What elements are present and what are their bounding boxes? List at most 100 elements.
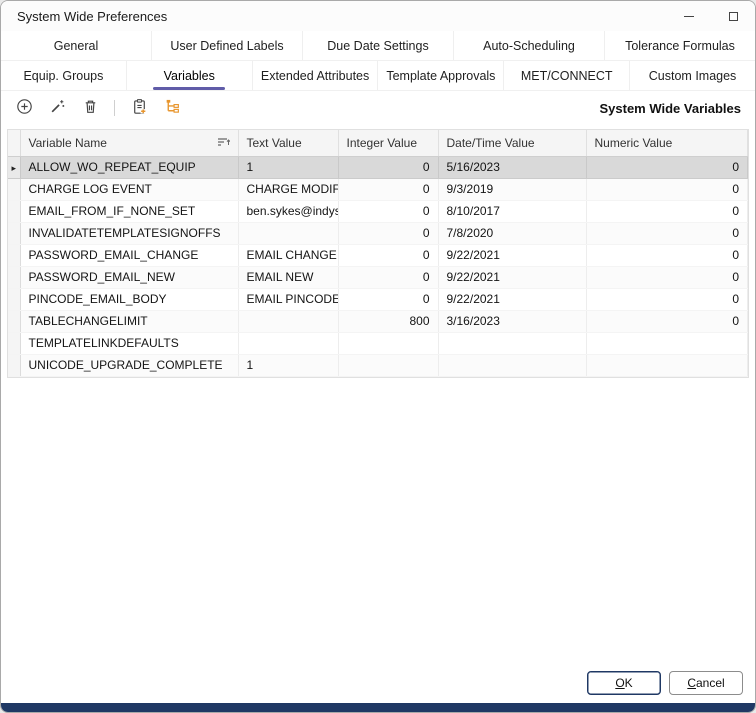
- cell-variable-name[interactable]: ALLOW_WO_REPEAT_EQUIP: [20, 156, 238, 178]
- tab-template-approvals[interactable]: Template Approvals: [378, 61, 504, 90]
- cell-variable-name[interactable]: TEMPLATELINKDEFAULTS: [20, 332, 238, 354]
- add-button[interactable]: [15, 99, 33, 117]
- maximize-button[interactable]: [711, 1, 755, 31]
- cell-text-value[interactable]: [238, 222, 338, 244]
- minimize-button[interactable]: [667, 1, 711, 31]
- cell-variable-name[interactable]: TABLECHANGELIMIT: [20, 310, 238, 332]
- tab-tolerance-formulas[interactable]: Tolerance Formulas: [605, 31, 755, 60]
- tab-variables[interactable]: Variables: [127, 61, 253, 90]
- cell-text-value[interactable]: CHARGE MODIFIC: [238, 178, 338, 200]
- cell-integer-value[interactable]: 0: [338, 156, 438, 178]
- cell-text-value[interactable]: [238, 332, 338, 354]
- paste-button[interactable]: [130, 99, 148, 117]
- tab-user-defined-labels[interactable]: User Defined Labels: [152, 31, 303, 60]
- cell-datetime-value[interactable]: 9/3/2019: [438, 178, 586, 200]
- system-wide-preferences-dialog: System Wide Preferences General User Def…: [0, 0, 756, 713]
- tab-custom-images[interactable]: Custom Images: [630, 61, 755, 90]
- tree-view-button[interactable]: [163, 99, 181, 117]
- trash-icon: [82, 98, 99, 118]
- cancel-button-label: Cancel: [687, 676, 724, 690]
- cell-text-value[interactable]: 1: [238, 156, 338, 178]
- cell-datetime-value[interactable]: [438, 354, 586, 376]
- cell-numeric-value[interactable]: 0: [586, 222, 748, 244]
- cell-integer-value[interactable]: 0: [338, 222, 438, 244]
- tab-extended-attributes[interactable]: Extended Attributes: [253, 61, 379, 90]
- cell-datetime-value[interactable]: 9/22/2021: [438, 244, 586, 266]
- cell-integer-value[interactable]: 0: [338, 288, 438, 310]
- tab-equip-groups[interactable]: Equip. Groups: [1, 61, 127, 90]
- cell-datetime-value[interactable]: 3/16/2023: [438, 310, 586, 332]
- cell-variable-name[interactable]: INVALIDATETEMPLATESIGNOFFS: [20, 222, 238, 244]
- cell-numeric-value[interactable]: [586, 332, 748, 354]
- table-row[interactable]: TEMPLATELINKDEFAULTS: [8, 332, 748, 354]
- bottom-accent-bar: [1, 703, 755, 712]
- cell-variable-name[interactable]: UNICODE_UPGRADE_COMPLETE: [20, 354, 238, 376]
- cell-variable-name[interactable]: EMAIL_FROM_IF_NONE_SET: [20, 200, 238, 222]
- col-text-value[interactable]: Text Value: [238, 130, 338, 156]
- tab-due-date-settings[interactable]: Due Date Settings: [303, 31, 454, 60]
- cell-text-value[interactable]: EMAIL PINCODE: [238, 288, 338, 310]
- cancel-button[interactable]: Cancel: [669, 671, 743, 695]
- tab-row-2: Equip. Groups Variables Extended Attribu…: [1, 61, 755, 91]
- ok-button[interactable]: OK: [587, 671, 661, 695]
- cell-text-value[interactable]: [238, 310, 338, 332]
- cell-variable-name[interactable]: PASSWORD_EMAIL_NEW: [20, 266, 238, 288]
- cell-variable-name[interactable]: CHARGE LOG EVENT: [20, 178, 238, 200]
- tab-met-connect[interactable]: MET/CONNECT: [504, 61, 630, 90]
- tab-auto-scheduling[interactable]: Auto-Scheduling: [454, 31, 605, 60]
- add-icon: [16, 98, 33, 118]
- table-row[interactable]: PASSWORD_EMAIL_NEW EMAIL NEW 0 9/22/2021…: [8, 266, 748, 288]
- table-row[interactable]: INVALIDATETEMPLATESIGNOFFS 0 7/8/2020 0: [8, 222, 748, 244]
- col-variable-name[interactable]: Variable Name: [20, 130, 238, 156]
- title-bar[interactable]: System Wide Preferences: [1, 1, 755, 31]
- table-row[interactable]: PINCODE_EMAIL_BODY EMAIL PINCODE 0 9/22/…: [8, 288, 748, 310]
- cell-integer-value[interactable]: [338, 354, 438, 376]
- paste-icon: [131, 98, 148, 118]
- tab-general[interactable]: General: [1, 31, 152, 60]
- cell-datetime-value[interactable]: 5/16/2023: [438, 156, 586, 178]
- row-indicator: [8, 244, 20, 266]
- cell-numeric-value[interactable]: 0: [586, 244, 748, 266]
- cell-text-value[interactable]: ben.sykes@indys: [238, 200, 338, 222]
- cell-integer-value[interactable]: [338, 332, 438, 354]
- col-numeric-value[interactable]: Numeric Value: [586, 130, 748, 156]
- cell-numeric-value[interactable]: [586, 354, 748, 376]
- sort-icon[interactable]: [217, 136, 230, 150]
- edit-button[interactable]: [48, 99, 66, 117]
- cell-integer-value[interactable]: 0: [338, 244, 438, 266]
- cell-integer-value[interactable]: 800: [338, 310, 438, 332]
- cell-numeric-value[interactable]: 0: [586, 200, 748, 222]
- cell-numeric-value[interactable]: 0: [586, 156, 748, 178]
- row-indicator: [8, 222, 20, 244]
- cell-datetime-value[interactable]: 7/8/2020: [438, 222, 586, 244]
- table-row[interactable]: EMAIL_FROM_IF_NONE_SET ben.sykes@indys 0…: [8, 200, 748, 222]
- content-spacer: [1, 378, 755, 666]
- cell-numeric-value[interactable]: 0: [586, 266, 748, 288]
- cell-datetime-value[interactable]: 9/22/2021: [438, 288, 586, 310]
- cell-text-value[interactable]: EMAIL CHANGE: [238, 244, 338, 266]
- cell-text-value[interactable]: 1: [238, 354, 338, 376]
- row-indicator: [8, 178, 20, 200]
- cell-datetime-value[interactable]: 9/22/2021: [438, 266, 586, 288]
- cell-datetime-value[interactable]: [438, 332, 586, 354]
- col-datetime-value[interactable]: Date/Time Value: [438, 130, 586, 156]
- table-row[interactable]: TABLECHANGELIMIT 800 3/16/2023 0: [8, 310, 748, 332]
- cell-text-value[interactable]: EMAIL NEW: [238, 266, 338, 288]
- row-indicator: [8, 200, 20, 222]
- table-row[interactable]: ▸ ALLOW_WO_REPEAT_EQUIP 1 0 5/16/2023 0: [8, 156, 748, 178]
- cell-numeric-value[interactable]: 0: [586, 178, 748, 200]
- cell-variable-name[interactable]: PASSWORD_EMAIL_CHANGE: [20, 244, 238, 266]
- cell-variable-name[interactable]: PINCODE_EMAIL_BODY: [20, 288, 238, 310]
- tab-row-1: General User Defined Labels Due Date Set…: [1, 31, 755, 61]
- cell-integer-value[interactable]: 0: [338, 266, 438, 288]
- table-row[interactable]: PASSWORD_EMAIL_CHANGE EMAIL CHANGE 0 9/2…: [8, 244, 748, 266]
- cell-numeric-value[interactable]: 0: [586, 310, 748, 332]
- cell-numeric-value[interactable]: 0: [586, 288, 748, 310]
- cell-datetime-value[interactable]: 8/10/2017: [438, 200, 586, 222]
- table-row[interactable]: CHARGE LOG EVENT CHARGE MODIFIC 0 9/3/20…: [8, 178, 748, 200]
- col-integer-value[interactable]: Integer Value: [338, 130, 438, 156]
- cell-integer-value[interactable]: 0: [338, 200, 438, 222]
- delete-button[interactable]: [81, 99, 99, 117]
- table-row[interactable]: UNICODE_UPGRADE_COMPLETE 1: [8, 354, 748, 376]
- cell-integer-value[interactable]: 0: [338, 178, 438, 200]
